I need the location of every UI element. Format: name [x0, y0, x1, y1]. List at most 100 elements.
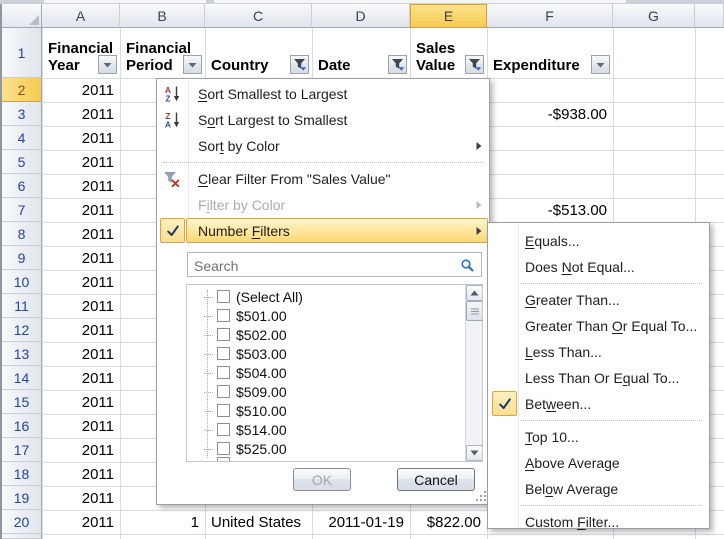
value-checkbox-partial[interactable] — [217, 457, 230, 462]
cell-A16: 2011 — [43, 414, 119, 438]
filter-value-list: (Select All) $501.00$502.00 $503.00 $504.00… — [186, 284, 483, 462]
cell-A17: 2011 — [43, 438, 119, 462]
cancel-button[interactable]: Cancel — [397, 468, 475, 491]
tree-stub — [204, 316, 213, 317]
value-checkbox[interactable] — [217, 385, 230, 398]
value-row-select-all[interactable]: (Select All) — [187, 288, 463, 307]
cell-A8: 2011 — [43, 222, 119, 246]
scroll-down-button[interactable] — [466, 445, 483, 461]
menu-item-greater-than[interactable]: Greater Than... — [489, 287, 709, 313]
menu-item-less-than-or-equal-to[interactable]: Less Than Or Equal To... — [489, 365, 709, 391]
menu-item-filter-by-color[interactable]: Filter by Color — [158, 192, 489, 218]
menu-item-check — [160, 218, 185, 243]
excel-autofilter-screen: ABCDEFG 1234567891011121314151617181920 … — [0, 0, 724, 539]
cell-A18: 2011 — [43, 462, 119, 486]
search-input[interactable] — [192, 255, 458, 276]
value-label: $509.00 — [236, 384, 287, 400]
value-row-503-00[interactable]: $503.00 — [187, 345, 463, 364]
menu-item-label: Between... — [525, 396, 591, 412]
menu-item-sort-by-color[interactable]: Sort by Color — [158, 133, 489, 159]
menu-item-below-average[interactable]: Below Average — [489, 476, 709, 502]
value-checkbox[interactable] — [217, 328, 230, 341]
sort-za-icon: ZA — [163, 112, 181, 129]
value-row-502-00[interactable]: $502.00 — [187, 326, 463, 345]
tree-stub — [204, 373, 213, 374]
scroll-thumb-ridges-icon — [471, 308, 479, 315]
value-label: $503.00 — [236, 346, 287, 362]
menu-item-label: Greater Than... — [525, 292, 620, 308]
dropdown-button-col-A[interactable] — [98, 55, 117, 74]
filter-funnel-icon — [468, 58, 482, 71]
menu-item-custom-filter[interactable]: Custom Filter... — [489, 509, 709, 535]
ok-button[interactable]: OK — [293, 468, 351, 491]
search-icon[interactable] — [460, 258, 475, 273]
value-row-510-00[interactable]: $510.00 — [187, 402, 463, 421]
menu-item-sort-largest-to-smallest[interactable]: ZASort Largest to Smallest — [158, 107, 489, 133]
value-label: (Select All) — [236, 289, 303, 305]
filter-button-col-C[interactable] — [290, 55, 309, 74]
value-row-501-00[interactable]: $501.00 — [187, 307, 463, 326]
value-checkbox[interactable] — [217, 442, 230, 455]
tree-stub — [204, 392, 213, 393]
tree-stub — [204, 411, 213, 412]
autofilter-dropdown: (Select All) $501.00$502.00 $503.00 $504.00… — [156, 78, 490, 505]
tree-stub — [204, 335, 213, 336]
menu-item-label: Top 10... — [525, 429, 579, 445]
menu-item-equals[interactable]: Equals... — [489, 228, 709, 254]
tree-stub — [204, 297, 213, 298]
cell-A3: 2011 — [43, 102, 119, 126]
value-checkbox[interactable] — [217, 404, 230, 417]
menu-item-number-filters[interactable]: Number Filters — [158, 218, 489, 244]
dropdown-button-col-F[interactable] — [591, 55, 610, 74]
menu-separator — [521, 420, 702, 421]
value-list-scrollbar[interactable] — [465, 285, 482, 461]
menu-item-label: Does Not Equal... — [525, 259, 635, 275]
menu-item-greater-than-or-equal-to[interactable]: Greater Than Or Equal To... — [489, 313, 709, 339]
filter-button-col-D[interactable] — [388, 55, 407, 74]
value-label: $510.00 — [236, 403, 287, 419]
menu-item-label: Number Filters — [198, 223, 290, 239]
menu-item-does-not-equal[interactable]: Does Not Equal... — [489, 254, 709, 280]
scroll-thumb[interactable] — [466, 301, 483, 321]
menu-item-clear-filter-from-sales-value[interactable]: Clear Filter From "Sales Value" — [158, 166, 489, 192]
value-row-509-00[interactable]: $509.00 — [187, 383, 463, 402]
menu-item-label: Less Than... — [525, 344, 602, 360]
menu-item-sort-smallest-to-largest[interactable]: AZSort Smallest to Largest — [158, 81, 489, 107]
menu-item-between[interactable]: Between... — [489, 391, 709, 417]
scroll-up-button[interactable] — [466, 285, 483, 301]
cell-A9: 2011 — [43, 246, 119, 270]
menu-item-check — [492, 391, 517, 416]
menu-separator — [521, 505, 702, 506]
value-row-504-00[interactable]: $504.00 — [187, 364, 463, 383]
cell-A5: 2011 — [43, 150, 119, 174]
cell-A15: 2011 — [43, 390, 119, 414]
value-checkbox[interactable] — [217, 423, 230, 436]
cell-E20: $822.00 — [411, 510, 486, 534]
tree-stub — [204, 449, 213, 450]
cell-A12: 2011 — [43, 318, 119, 342]
value-row-514-00[interactable]: $514.00 — [187, 421, 463, 440]
menu-item-label: Sort by Color — [198, 138, 280, 154]
cell-A11: 2011 — [43, 294, 119, 318]
dropdown-button-col-B[interactable] — [183, 55, 202, 74]
clear-filter-icon — [163, 171, 180, 187]
value-checkbox[interactable] — [217, 309, 230, 322]
menu-item-above-average[interactable]: Above Average — [489, 450, 709, 476]
menu-item-label: Above Average — [525, 455, 620, 471]
filter-funnel-icon — [293, 58, 307, 71]
value-checkbox[interactable] — [217, 366, 230, 379]
value-checkbox[interactable] — [217, 347, 230, 360]
filter-button-col-E[interactable] — [465, 55, 484, 74]
cell-A20: 2011 — [43, 510, 119, 534]
menu-item-label: Sort Smallest to Largest — [198, 86, 347, 102]
value-label: $502.00 — [236, 327, 287, 343]
menu-item-label: Custom Filter... — [525, 514, 619, 530]
value-checkbox[interactable] — [217, 290, 230, 303]
scroll-down-icon — [470, 450, 479, 456]
menu-item-top-10[interactable]: Top 10... — [489, 424, 709, 450]
menu-item-less-than[interactable]: Less Than... — [489, 339, 709, 365]
cell-A10: 2011 — [43, 270, 119, 294]
cell-A13: 2011 — [43, 342, 119, 366]
svg-text:A: A — [165, 120, 171, 129]
tree-stub — [204, 430, 213, 431]
